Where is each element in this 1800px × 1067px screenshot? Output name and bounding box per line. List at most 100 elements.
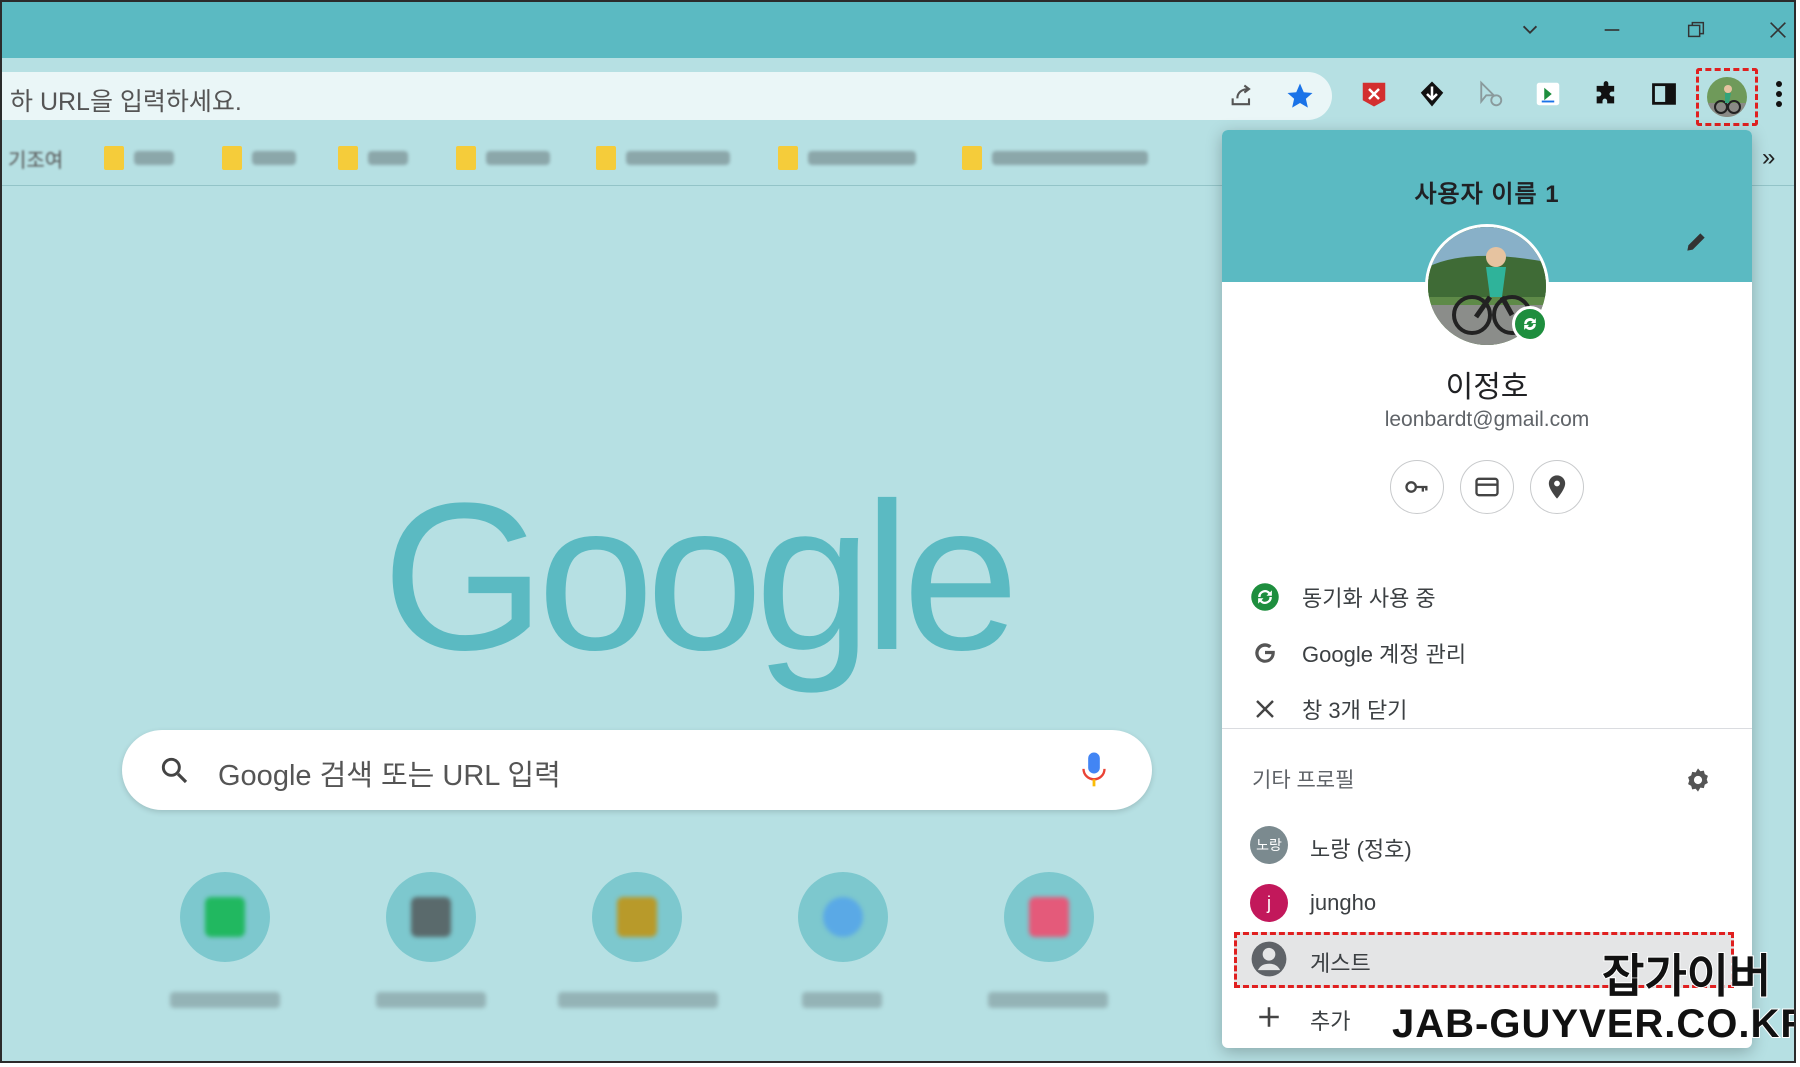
search-icon [161, 757, 188, 784]
restore-icon [1687, 21, 1705, 38]
minimize-button[interactable] [1592, 10, 1632, 50]
address-bar-text: 하 URL을 입력하세요. [10, 88, 242, 116]
extension-cursor-button[interactable] [1470, 74, 1510, 114]
extension-app-icon [1536, 82, 1560, 106]
extension-app-button[interactable] [1528, 74, 1568, 114]
share-icon [1231, 84, 1251, 106]
google-g-icon [1250, 638, 1280, 668]
shortcut-label [170, 992, 280, 1008]
star-icon [1287, 83, 1313, 108]
profile-item-label: 게스트 [1310, 951, 1371, 976]
tab-search-button[interactable] [1510, 10, 1550, 50]
puzzle-icon [1596, 81, 1615, 104]
close-icon [1250, 694, 1280, 724]
payment-methods-button[interactable] [1460, 460, 1514, 514]
more-vert-icon [1776, 81, 1782, 107]
shortcut-tile[interactable] [180, 872, 270, 962]
ntp-search-box[interactable]: Google 검색 또는 URL 입력 [122, 730, 1152, 810]
divider [1222, 728, 1752, 729]
profile-avatar [1707, 77, 1747, 117]
shortcut-tile[interactable] [592, 872, 682, 962]
bookmarks-overflow-button[interactable]: » [1762, 142, 1775, 174]
location-icon [1548, 475, 1566, 499]
manage-google-account-item[interactable]: Google 계정 관리 [1222, 626, 1752, 680]
profile-avatar: 노랑 [1250, 826, 1288, 864]
sync-icon [1250, 582, 1280, 612]
passwords-button[interactable] [1390, 460, 1444, 514]
toolbar: 하 URL을 입력하세요. [2, 58, 1794, 130]
bookmark-folder[interactable] [778, 142, 916, 174]
edit-profile-button[interactable] [1678, 224, 1714, 260]
bookmark-folder[interactable] [962, 142, 1148, 174]
shortcut-tile[interactable] [798, 872, 888, 962]
folder-icon [104, 146, 124, 170]
search-placeholder: Google 검색 또는 URL 입력 [218, 760, 561, 792]
chevron-down-icon [1522, 25, 1538, 35]
microphone-icon[interactable] [1080, 750, 1108, 790]
menu-item-label: 동기화 사용 중 [1302, 586, 1436, 611]
bookmark-folder[interactable] [222, 142, 296, 174]
extension-black-button[interactable] [1412, 74, 1452, 114]
menu-item-label: Google 계정 관리 [1302, 642, 1467, 667]
profile-name: 사용자 이름 1 [1414, 181, 1560, 208]
shortcut-label [802, 992, 882, 1008]
google-logo: Google [382, 459, 1019, 694]
bookmark-folder[interactable] [596, 142, 730, 174]
folder-icon [456, 146, 476, 170]
sync-icon [1524, 318, 1536, 330]
watermark-title: 잡가이버 [1601, 949, 1772, 1003]
folder-icon [778, 146, 798, 170]
profile-menu: 사용자 이름 1 이정호 leonbardt@gmail.com 동기화 사용 … [1222, 130, 1752, 1048]
card-icon [1475, 477, 1499, 497]
extensions-button[interactable] [1586, 74, 1626, 114]
bookmark-item[interactable]: 기조여 [8, 142, 63, 174]
bookmark-folder[interactable] [456, 142, 550, 174]
browser-window: 하 URL을 입력하세요. 기조여 » Google Google 검색 또는 … [0, 0, 1796, 1063]
profile-item[interactable]: j jungho [1222, 876, 1752, 932]
pencil-icon [1687, 233, 1705, 251]
profile-item-label: jungho [1310, 890, 1377, 915]
account-circle-icon [1250, 940, 1288, 978]
shortcut-tile[interactable] [1004, 872, 1094, 962]
gear-icon [1688, 768, 1708, 792]
manage-profiles-button[interactable] [1680, 762, 1716, 798]
folder-icon [596, 146, 616, 170]
profile-button[interactable] [1696, 68, 1758, 126]
extension-red-icon [1362, 82, 1386, 107]
shortcut-label [558, 992, 718, 1008]
overflow-chevron: » [1762, 144, 1776, 171]
minimize-icon [1604, 29, 1620, 31]
plus-icon [1250, 998, 1288, 1036]
sync-badge [1512, 306, 1548, 342]
profile-item-label: 노랑 (정호) [1310, 837, 1412, 862]
other-profiles-title: 기타 프로필 [1252, 769, 1355, 792]
address-bar[interactable]: 하 URL을 입력하세요. [2, 72, 1332, 120]
bookmark-folder[interactable] [104, 142, 174, 174]
bookmark-label: 기조여 [8, 149, 64, 172]
extension-red-button[interactable] [1354, 74, 1394, 114]
shortcut-tile[interactable] [386, 872, 476, 962]
close-icon [1770, 22, 1786, 38]
key-icon [1405, 481, 1428, 493]
bookmark-folder[interactable] [338, 142, 408, 174]
account-email: leonbardt@gmail.com [1384, 408, 1590, 431]
sync-status-item[interactable]: 동기화 사용 중 [1222, 570, 1752, 624]
menu-button[interactable] [1764, 74, 1794, 114]
share-button[interactable] [1222, 76, 1262, 116]
folder-icon [338, 146, 358, 170]
shortcut-label [376, 992, 486, 1008]
side-panel-button[interactable] [1644, 74, 1684, 114]
shortcut-label [988, 992, 1108, 1008]
restore-button[interactable] [1676, 10, 1716, 50]
addresses-button[interactable] [1530, 460, 1584, 514]
extension-cursor-icon [1480, 80, 1503, 107]
account-name: 이정호 [1445, 371, 1529, 404]
side-panel-icon [1652, 83, 1676, 105]
add-profile-label: 추가 [1310, 1009, 1351, 1034]
profile-item[interactable]: 노랑 노랑 (정호) [1222, 818, 1752, 874]
title-bar [2, 2, 1794, 58]
close-window-button[interactable] [1758, 10, 1794, 50]
folder-icon [222, 146, 242, 170]
extension-black-icon [1420, 81, 1444, 107]
bookmark-star-button[interactable] [1280, 76, 1320, 116]
